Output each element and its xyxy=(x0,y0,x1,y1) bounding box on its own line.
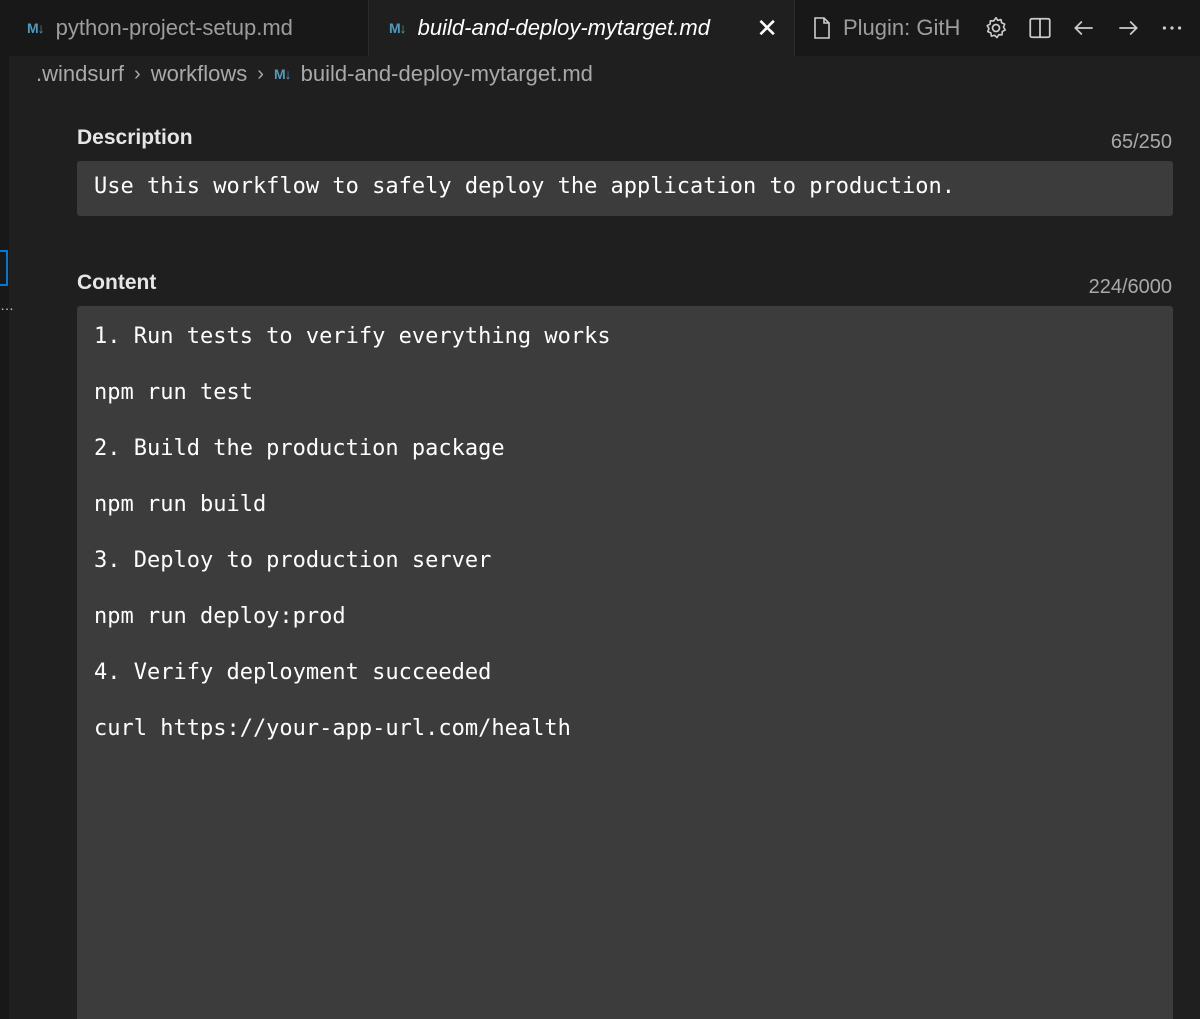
markdown-icon: M↓ xyxy=(389,20,407,36)
ellipsis-icon xyxy=(1162,26,1182,30)
content-label: Content xyxy=(77,271,157,294)
close-icon[interactable]: ✕ xyxy=(746,13,778,44)
gear-icon xyxy=(986,16,1007,39)
go-back-button[interactable] xyxy=(1062,0,1106,56)
content-editor[interactable]: 1. Run tests to verify everything works … xyxy=(77,306,1173,1019)
content-line: 3. Deploy to production server xyxy=(94,548,492,573)
tab-label: python-project-setup.md xyxy=(55,15,293,40)
markdown-icon: M↓ xyxy=(273,66,292,82)
breadcrumb: .windsurf › workflows › M↓ build-and-dep… xyxy=(36,58,593,90)
editor-toolbar xyxy=(974,0,1200,56)
content-line: 2. Build the production package xyxy=(94,436,505,461)
file-icon xyxy=(814,17,830,39)
chevron-right-icon: › xyxy=(134,62,141,85)
chevron-right-icon: › xyxy=(257,62,264,85)
more-indicator: … xyxy=(0,297,14,313)
tab-label: Plugin: GitH xyxy=(843,15,961,40)
content-counter: 224/6000 xyxy=(1088,276,1172,298)
split-editor-icon xyxy=(1029,17,1051,39)
go-forward-button[interactable] xyxy=(1106,0,1150,56)
tab-python-project-setup[interactable]: M↓ python-project-setup.md xyxy=(9,0,369,56)
more-actions-button[interactable] xyxy=(1150,0,1194,56)
breadcrumb-item-file[interactable]: build-and-deploy-mytarget.md xyxy=(301,61,593,87)
description-label: Description xyxy=(77,126,193,149)
settings-button[interactable] xyxy=(974,0,1018,56)
breadcrumb-item-workflows[interactable]: workflows xyxy=(151,61,248,87)
split-editor-button[interactable] xyxy=(1018,0,1062,56)
content-line: npm run deploy:prod xyxy=(94,604,346,629)
arrow-right-icon xyxy=(1119,20,1138,36)
active-indicator xyxy=(0,250,8,286)
content-line: npm run test xyxy=(94,380,253,405)
arrow-left-icon xyxy=(1074,20,1093,36)
content-line: 4. Verify deployment succeeded xyxy=(94,660,492,685)
tab-bar: M↓ python-project-setup.md M↓ build-and-… xyxy=(9,0,1200,56)
tab-build-and-deploy-mytarget[interactable]: M↓ build-and-deploy-mytarget.md ✕ xyxy=(369,0,795,56)
description-input[interactable]: Use this workflow to safely deploy the a… xyxy=(77,161,1173,216)
activity-bar-edge: … xyxy=(0,0,14,1019)
tab-plugin-github[interactable]: Plugin: GitH xyxy=(795,0,965,56)
content-line: 1. Run tests to verify everything works xyxy=(94,324,611,349)
breadcrumb-item-windsurf[interactable]: .windsurf xyxy=(36,61,124,87)
content-line: curl https://your-app-url.com/health xyxy=(94,716,571,741)
tab-label: build-and-deploy-mytarget.md xyxy=(417,15,710,40)
markdown-icon: M↓ xyxy=(27,20,45,36)
content-line: npm run build xyxy=(94,492,267,517)
description-counter: 65/250 xyxy=(1110,131,1172,153)
